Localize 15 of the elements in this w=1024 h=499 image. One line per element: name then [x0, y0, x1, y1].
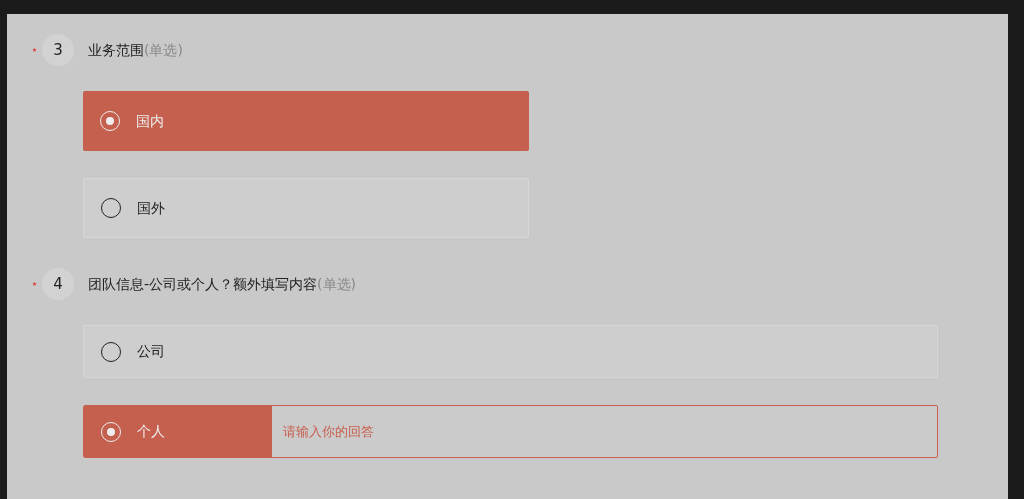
question-title: 业务范围	[88, 40, 144, 60]
question-hint: (单选)	[144, 40, 183, 60]
option-label: 国外	[137, 198, 165, 218]
option-row[interactable]: 公司	[83, 325, 938, 378]
question-hint: (单选)	[317, 274, 356, 294]
option-row[interactable]: 个人 请输入你的回答	[83, 405, 938, 458]
option-label: 国内	[136, 111, 164, 131]
option-label: 个人	[137, 422, 165, 441]
question-number: 3	[42, 34, 74, 66]
option-row[interactable]: 国外	[83, 178, 529, 238]
answer-field[interactable]: 请输入你的回答	[272, 406, 937, 457]
question-number: 4	[42, 268, 74, 300]
option-row[interactable]: 国内	[83, 91, 529, 151]
option-label: 公司	[137, 342, 165, 361]
question-title: 团队信息-公司或个人？额外填写内容	[88, 274, 318, 294]
